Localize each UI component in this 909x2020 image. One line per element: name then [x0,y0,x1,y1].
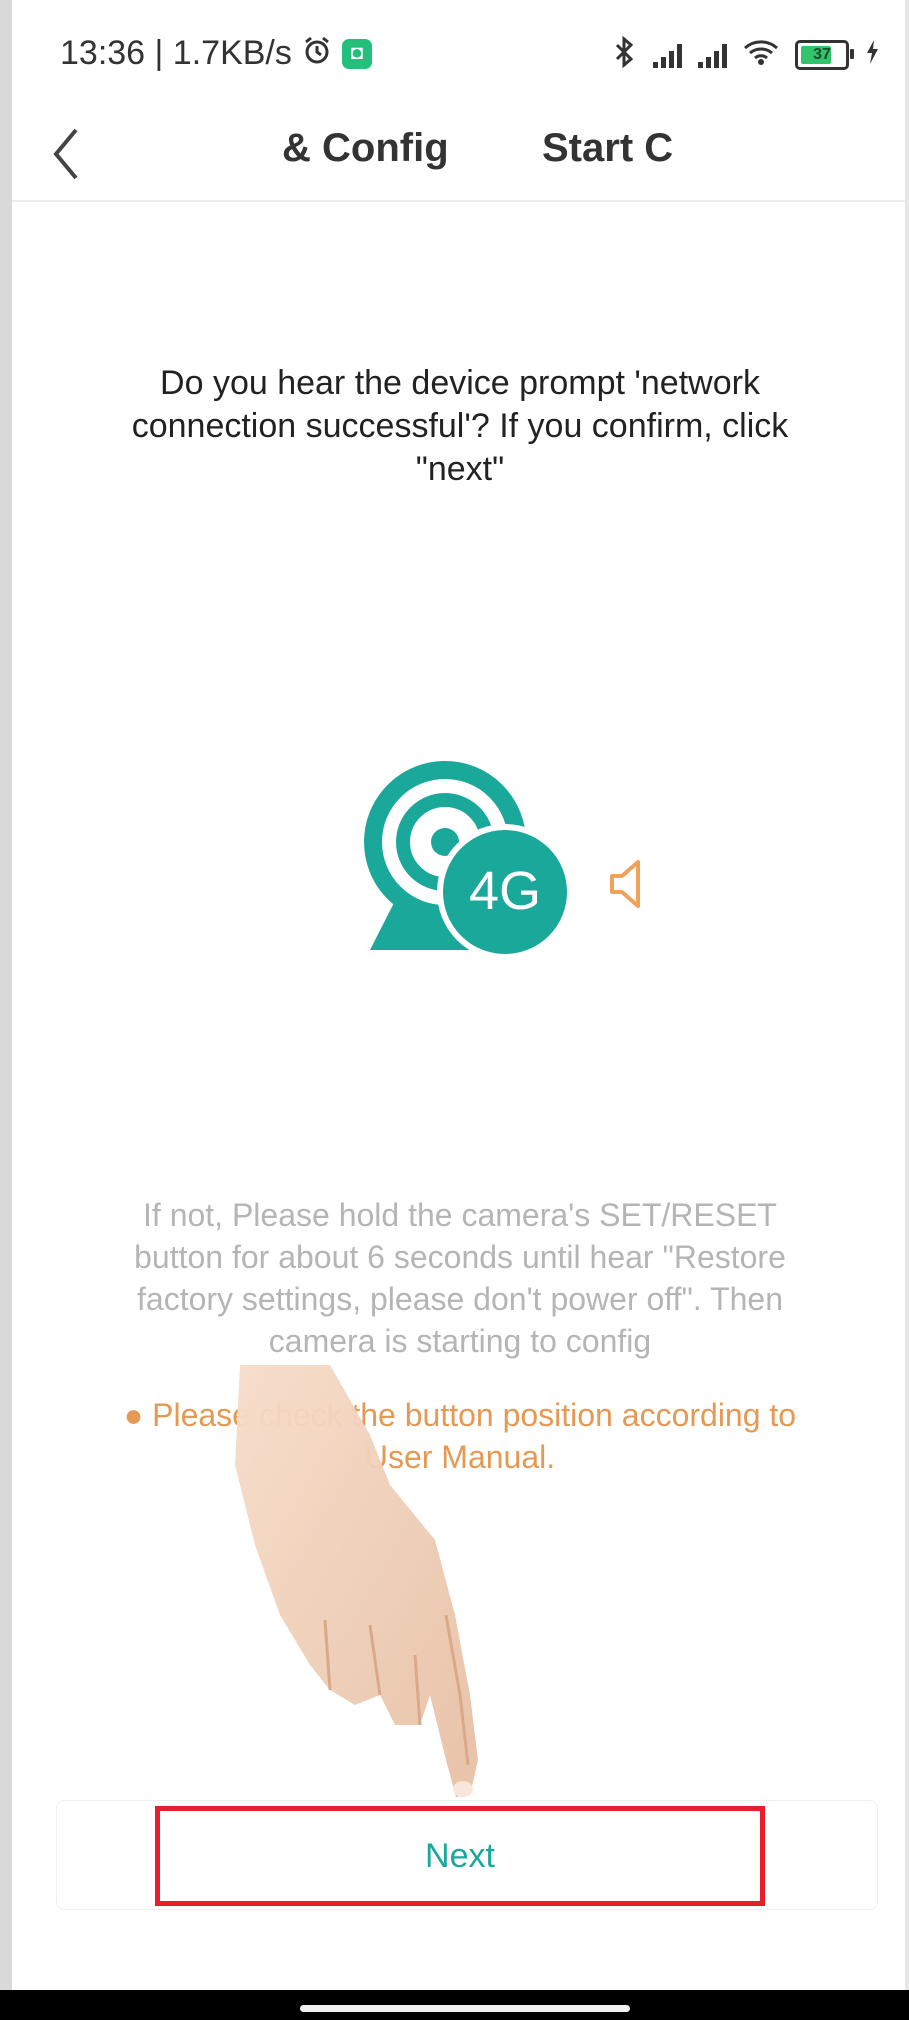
confirm-prompt: Do you hear the device prompt 'network c… [131,364,789,488]
nav-bar [0,1990,909,2020]
tab-start[interactable]: Start C [542,126,673,171]
back-button[interactable] [42,118,102,188]
tab-config[interactable]: & Config [282,126,449,171]
reset-instructions: If not, Please hold the camera's SET/RES… [134,1197,786,1359]
wifi-icon [743,38,779,72]
speaker-icon [610,860,640,908]
device-illustration: 4G [340,750,670,970]
status-bar: 13:36 | 1.7KB/s ◘ 37 [0,0,909,110]
signal-icon [698,42,727,68]
status-left: 13:36 | 1.7KB/s ◘ [60,34,372,73]
right-frame [905,0,909,2020]
chevron-left-icon [53,128,78,180]
next-button[interactable]: Next [155,1806,765,1906]
home-indicator[interactable] [300,2005,630,2012]
signal-icon [653,42,682,68]
battery-level: 37 [813,46,831,63]
app-badge-icon: ◘ [341,38,372,69]
bluetooth-icon [613,35,637,74]
alarm-icon [302,36,332,72]
left-frame [0,0,12,2020]
hand-pointer-image [220,1365,540,1825]
charging-icon [865,39,879,71]
battery-icon: 37 [795,40,854,70]
time-and-speed: 13:36 | 1.7KB/s [60,34,292,72]
status-right: 37 [613,35,879,74]
device-badge-text: 4G [468,861,542,921]
header: & Config Start C [12,110,905,202]
